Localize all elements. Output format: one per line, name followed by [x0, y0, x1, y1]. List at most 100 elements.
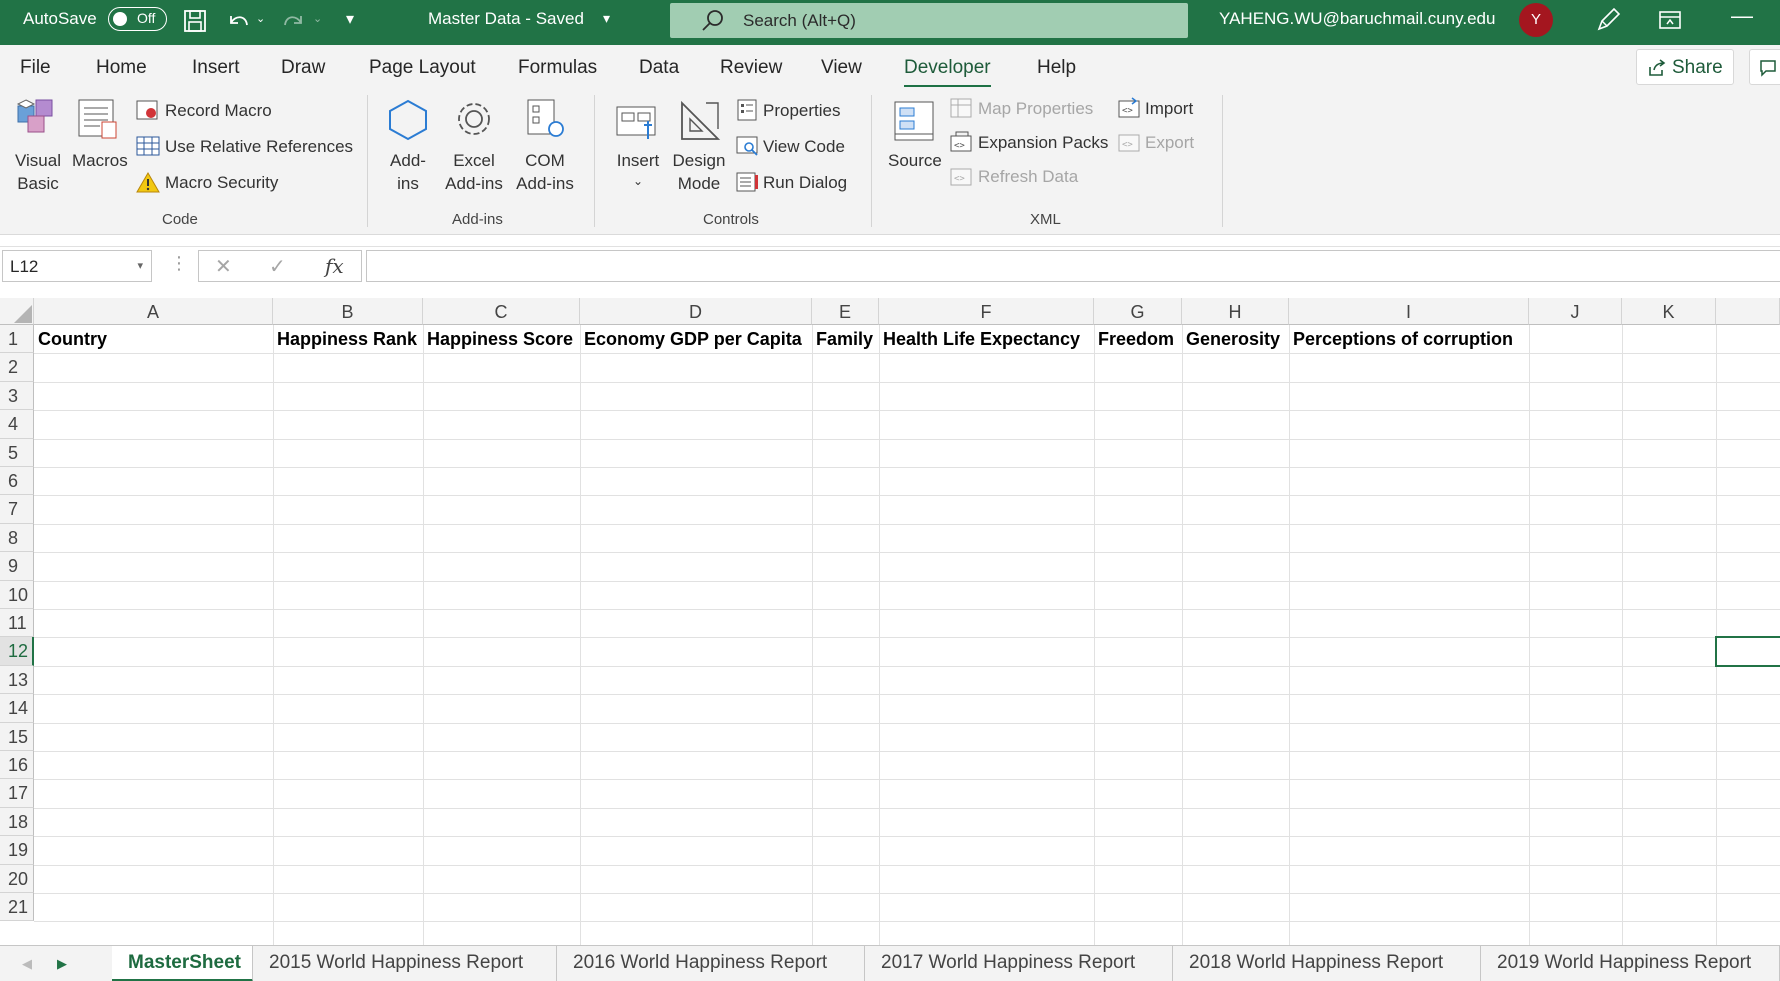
row-header-12[interactable]: 12	[0, 637, 34, 666]
com-add-ins-button[interactable]: COM Add-ins	[510, 150, 580, 196]
tab-formulas[interactable]: Formulas	[518, 57, 597, 79]
properties-button[interactable]: Properties	[763, 101, 840, 121]
import-button[interactable]: Import	[1145, 99, 1193, 119]
ribbon-display-icon[interactable]	[1658, 9, 1682, 36]
row-header-9[interactable]: 9	[0, 552, 34, 581]
row-header-11[interactable]: 11	[0, 609, 34, 638]
drag-handle-icon[interactable]: ⋮	[170, 253, 188, 274]
column-header-k[interactable]: K	[1622, 298, 1716, 325]
customize-qat-icon[interactable]: ▾	[346, 9, 354, 29]
tab-insert[interactable]: Insert	[192, 57, 240, 79]
view-code-button[interactable]: View Code	[763, 137, 845, 157]
cell-i1[interactable]: Perceptions of corruption	[1289, 325, 1513, 353]
row-header-1[interactable]: 1	[0, 325, 34, 354]
run-dialog-button[interactable]: Run Dialog	[763, 173, 847, 193]
source-button[interactable]: Source	[888, 151, 942, 171]
row-header-7[interactable]: 7	[0, 495, 34, 524]
refresh-data-button[interactable]: Refresh Data	[978, 167, 1078, 187]
tab-developer[interactable]: Developer	[904, 57, 991, 88]
enter-icon[interactable]: ✓	[269, 254, 286, 279]
column-header-h[interactable]: H	[1182, 298, 1289, 325]
insert-function-icon[interactable]: fx	[325, 254, 344, 278]
design-mode-button[interactable]: Design Mode	[668, 150, 730, 196]
selected-cell-l12[interactable]	[1715, 636, 1780, 667]
expansion-packs-button[interactable]: Expansion Packs	[978, 133, 1108, 153]
column-header-overflow[interactable]	[1716, 298, 1780, 325]
tab-draw[interactable]: Draw	[281, 57, 325, 79]
tab-review[interactable]: Review	[720, 57, 782, 79]
tab-help[interactable]: Help	[1037, 57, 1076, 79]
sheet-tab-2018[interactable]: 2018 World Happiness Report	[1173, 946, 1481, 981]
column-header-d[interactable]: D	[580, 298, 812, 325]
insert-controls-button[interactable]: Insert ⌄	[612, 150, 664, 189]
column-header-g[interactable]: G	[1094, 298, 1182, 325]
pen-icon[interactable]	[1594, 6, 1622, 39]
tab-home[interactable]: Home	[96, 57, 147, 79]
cell-d1[interactable]: Economy GDP per Capita	[580, 325, 802, 353]
row-header-10[interactable]: 10	[0, 580, 34, 609]
export-button[interactable]: Export	[1145, 133, 1194, 153]
tab-data[interactable]: Data	[639, 57, 679, 79]
redo-dropdown-icon[interactable]: ⌄	[313, 12, 322, 25]
row-header-13[interactable]: 13	[0, 665, 34, 695]
select-all-corner[interactable]	[0, 298, 34, 325]
sheet-tab-2017[interactable]: 2017 World Happiness Report	[865, 946, 1173, 981]
comments-button[interactable]	[1749, 49, 1780, 85]
cell-g1[interactable]: Freedom	[1094, 325, 1174, 353]
row-header-4[interactable]: 4	[0, 410, 34, 439]
excel-add-ins-button[interactable]: Excel Add-ins	[440, 150, 508, 196]
column-header-j[interactable]: J	[1529, 298, 1622, 325]
cancel-icon[interactable]: ✕	[215, 254, 232, 279]
visual-basic-button[interactable]: Visual Basic	[14, 150, 62, 196]
map-properties-button[interactable]: Map Properties	[978, 99, 1093, 119]
share-button[interactable]: Share	[1636, 49, 1734, 85]
row-header-2[interactable]: 2	[0, 353, 34, 382]
macros-button[interactable]: Macros	[72, 151, 128, 171]
minimize-icon[interactable]: —	[1731, 3, 1753, 29]
column-header-a[interactable]: A	[34, 298, 273, 325]
sheet-tab-2016[interactable]: 2016 World Happiness Report	[557, 946, 865, 981]
row-header-17[interactable]: 17	[0, 779, 34, 808]
cell-b1[interactable]: Happiness Rank	[273, 325, 417, 353]
row-header-19[interactable]: 19	[0, 836, 34, 865]
row-header-16[interactable]: 16	[0, 751, 34, 780]
row-header-20[interactable]: 20	[0, 864, 34, 893]
search-box[interactable]: Search (Alt+Q)	[670, 3, 1188, 38]
column-header-c[interactable]: C	[423, 298, 580, 325]
sheet-tab-2019[interactable]: 2019 World Happiness Report	[1481, 946, 1780, 981]
column-header-f[interactable]: F	[879, 298, 1094, 325]
row-header-18[interactable]: 18	[0, 807, 34, 837]
undo-icon[interactable]	[225, 8, 251, 38]
redo-icon[interactable]	[281, 8, 307, 38]
column-header-b[interactable]: B	[273, 298, 423, 325]
tab-view[interactable]: View	[821, 57, 862, 79]
cell-f1[interactable]: Health Life Expectancy	[879, 325, 1080, 353]
sheet-tab-2015[interactable]: 2015 World Happiness Report	[253, 946, 557, 981]
column-header-e[interactable]: E	[812, 298, 879, 325]
spreadsheet-grid[interactable]: ABCDEFGHIJK 1 2 3 4 5 6 7 8 9 10 11 12 13 14 15 16 17 18 1…	[0, 298, 1780, 945]
tab-file[interactable]: File	[20, 57, 51, 79]
sheet-tab-mastersheet[interactable]: MasterSheet	[112, 946, 253, 981]
cell-a1[interactable]: Country	[34, 325, 107, 353]
next-sheet-icon[interactable]: ▶	[57, 956, 67, 972]
save-icon[interactable]	[182, 8, 208, 38]
add-ins-button[interactable]: Add- ins	[384, 150, 432, 196]
cell-e1[interactable]: Family	[812, 325, 873, 353]
name-box-dropdown-icon[interactable]: ▾	[137, 259, 143, 272]
record-macro-button[interactable]: Record Macro	[165, 101, 272, 121]
title-dropdown-icon[interactable]: ▾	[603, 10, 610, 27]
account-name[interactable]: YAHENG.WU@baruchmail.cuny.edu	[1219, 9, 1495, 29]
column-header-i[interactable]: I	[1289, 298, 1529, 325]
undo-dropdown-icon[interactable]: ⌄	[256, 12, 265, 25]
name-box[interactable]: L12 ▾	[2, 250, 152, 282]
row-header-6[interactable]: 6	[0, 467, 34, 496]
document-title[interactable]: Master Data - Saved	[428, 9, 584, 29]
row-header-21[interactable]: 21	[0, 893, 34, 922]
row-header-8[interactable]: 8	[0, 523, 34, 553]
macro-security-button[interactable]: Macro Security	[165, 173, 278, 193]
formula-input[interactable]	[366, 250, 1780, 282]
cell-c1[interactable]: Happiness Score	[423, 325, 573, 353]
relative-references-button[interactable]: Use Relative References	[165, 137, 353, 157]
tab-page-layout[interactable]: Page Layout	[369, 57, 476, 79]
row-header-3[interactable]: 3	[0, 381, 34, 411]
